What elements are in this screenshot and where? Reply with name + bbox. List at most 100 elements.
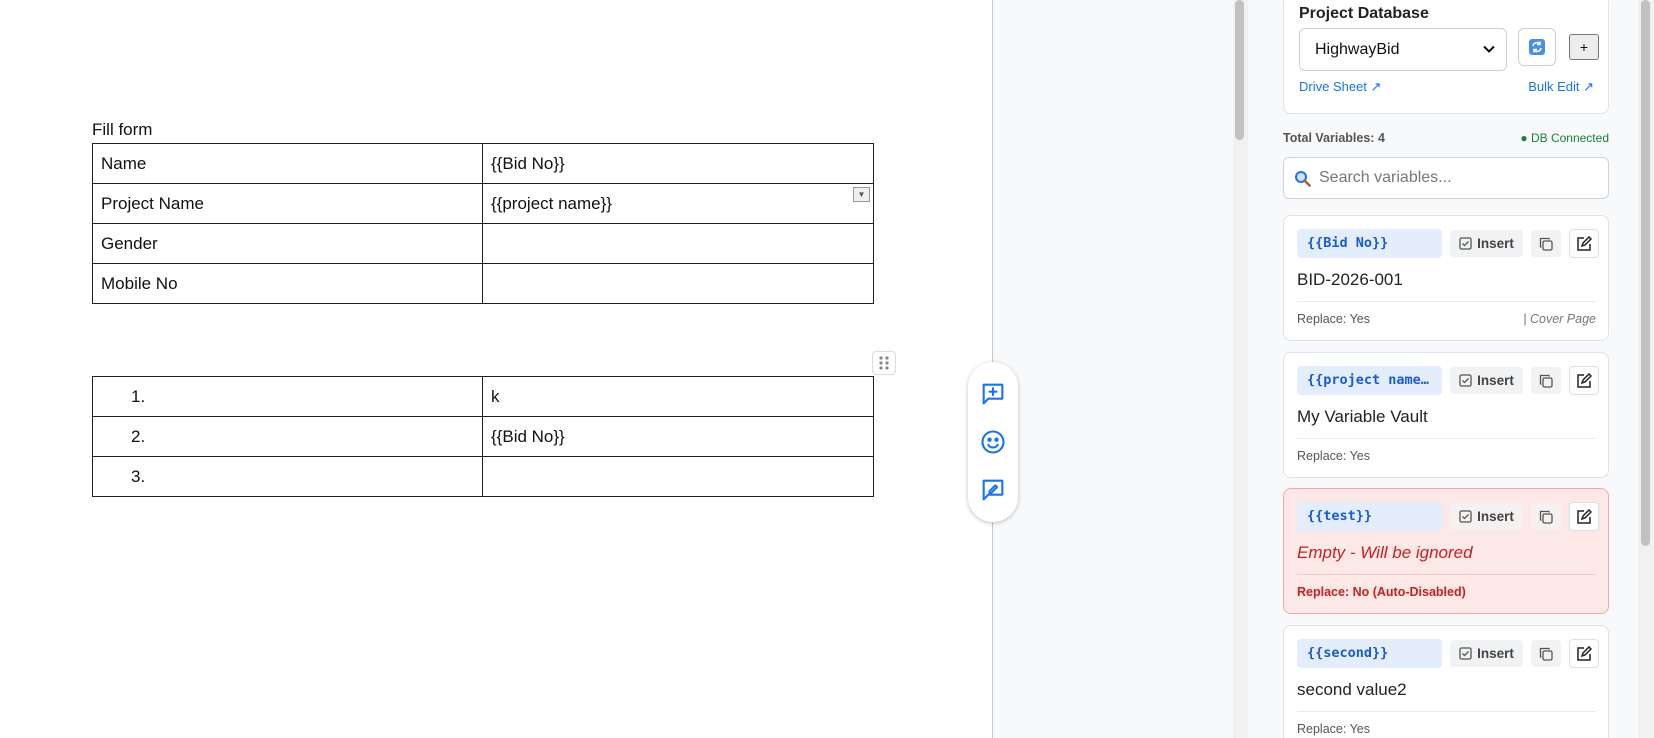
drive-sheet-link[interactable]: Drive Sheet ↗: [1299, 79, 1381, 95]
sync-icon: [1529, 39, 1545, 55]
insert-label: Insert: [1477, 373, 1514, 388]
edit-icon: [1577, 645, 1592, 661]
divider: [1297, 574, 1596, 575]
checkbox-icon: [1459, 647, 1472, 660]
total-variables-label: Total Variables: 4: [1283, 131, 1385, 145]
edit-icon: [1577, 235, 1592, 251]
table-cell[interactable]: [482, 223, 874, 264]
checkbox-icon: [1459, 237, 1472, 250]
copy-button[interactable]: [1531, 503, 1561, 530]
variable-card: {{project name}} Insert My Variable Vaul…: [1283, 352, 1609, 478]
replace-status: Replace: No (Auto-Disabled): [1297, 585, 1466, 599]
project-database-card: Project Database HighwayBid + Drive Shee…: [1283, 0, 1609, 114]
table-cell[interactable]: Mobile No: [92, 263, 483, 304]
edit-button[interactable]: [1569, 229, 1599, 258]
edit-button[interactable]: [1569, 366, 1599, 395]
variable-value: BID-2026-001: [1297, 270, 1403, 289]
insert-button[interactable]: Insert: [1450, 503, 1523, 530]
table-row: 2. {{Bid No}}: [92, 416, 874, 457]
document-canvas[interactable]: Fill form Name {{Bid No}} Project Name {…: [0, 0, 992, 738]
list-number-cell[interactable]: 3.: [92, 456, 483, 497]
copy-icon: [1539, 237, 1553, 251]
insert-button[interactable]: Insert: [1450, 230, 1523, 257]
divider: [1297, 301, 1596, 302]
refresh-button[interactable]: [1518, 28, 1556, 66]
table-cell[interactable]: {{Bid No}}: [482, 143, 874, 184]
table-row: Name {{Bid No}}: [92, 143, 874, 184]
variable-value: second value2: [1297, 680, 1407, 699]
variable-name-chip[interactable]: {{Bid No}}: [1297, 229, 1442, 258]
db-status-badge: ● DB Connected: [1520, 131, 1609, 145]
copy-button[interactable]: [1531, 230, 1561, 257]
insert-button[interactable]: Insert: [1450, 367, 1523, 394]
replace-status: Replace: Yes: [1297, 449, 1370, 463]
cell-text: {{project name}}: [491, 193, 612, 213]
add-database-button[interactable]: +: [1569, 34, 1599, 60]
checkbox-icon: [1459, 510, 1472, 523]
insert-label: Insert: [1477, 646, 1514, 661]
table-cell[interactable]: {{Bid No}}: [482, 416, 874, 457]
panel-scrollbar[interactable]: [1638, 0, 1654, 738]
table-cell[interactable]: Gender: [92, 223, 483, 264]
scrollbar-thumb[interactable]: [1641, 0, 1650, 546]
table-cell[interactable]: [482, 456, 874, 497]
checkbox-icon: [1459, 374, 1472, 387]
db-selected-value: HighwayBid: [1315, 40, 1400, 58]
numbered-table: 1. k 2. {{Bid No}} 3.: [92, 376, 874, 497]
scrollbar-thumb[interactable]: [1235, 0, 1244, 140]
insert-label: Insert: [1477, 236, 1514, 251]
edit-icon: [1577, 508, 1592, 524]
table-row: 1. k: [92, 376, 874, 417]
bulk-edit-link[interactable]: Bulk Edit ↗: [1528, 79, 1594, 95]
variable-value: My Variable Vault: [1297, 407, 1428, 426]
floating-side-toolbar: [968, 362, 1018, 522]
edit-button[interactable]: [1569, 639, 1599, 668]
table-cell[interactable]: [482, 263, 874, 304]
edit-button[interactable]: [1569, 502, 1599, 531]
suggest-edit-icon[interactable]: [976, 473, 1010, 507]
copy-icon: [1539, 374, 1553, 388]
variable-name-chip[interactable]: {{test}}: [1297, 502, 1442, 531]
table-row: Gender: [92, 223, 874, 264]
table-cell[interactable]: Project Name: [92, 183, 483, 224]
copy-button[interactable]: [1531, 367, 1561, 394]
list-number-cell[interactable]: 1.: [92, 376, 483, 417]
insert-button[interactable]: Insert: [1450, 640, 1523, 667]
copy-icon: [1539, 647, 1553, 661]
chevron-down-icon: [1483, 45, 1495, 53]
variable-name-chip[interactable]: {{project name}}: [1297, 366, 1442, 395]
table-drag-handle-icon[interactable]: [872, 351, 896, 375]
divider: [1297, 711, 1596, 712]
document-scrollbar[interactable]: [1233, 0, 1248, 738]
table-row: Mobile No: [92, 263, 874, 304]
edit-icon: [1577, 372, 1592, 388]
search-box: [1283, 157, 1609, 199]
add-comment-icon[interactable]: [976, 377, 1010, 411]
form-title: Fill form: [92, 120, 153, 139]
replace-status: Replace: Yes: [1297, 312, 1370, 326]
search-icon: [1295, 170, 1311, 187]
table-cell-with-dropdown[interactable]: {{project name}} ▼: [482, 183, 874, 224]
table-cell[interactable]: Name: [92, 143, 483, 184]
db-title: Project Database: [1299, 5, 1429, 22]
table-cell[interactable]: k: [482, 376, 874, 417]
variable-name-chip[interactable]: {{second}}: [1297, 639, 1442, 668]
sheet-label: | Cover Page: [1523, 312, 1596, 326]
form-table: Name {{Bid No}} Project Name {{project n…: [92, 143, 874, 304]
copy-icon: [1539, 510, 1553, 524]
cell-dropdown-arrow-icon[interactable]: ▼: [853, 187, 870, 202]
search-input[interactable]: [1319, 169, 1599, 187]
table-row: 3.: [92, 456, 874, 497]
insert-label: Insert: [1477, 509, 1514, 524]
emoji-icon[interactable]: [976, 425, 1010, 459]
variable-card-empty: {{test}} Insert Empty - Will be ignored …: [1283, 488, 1609, 614]
variable-card: {{Bid No}} Insert BID-2026-001 Replace: …: [1283, 215, 1609, 341]
project-database-select[interactable]: HighwayBid: [1299, 28, 1507, 71]
variable-card: {{second}} Insert second value2 Replace:…: [1283, 625, 1609, 738]
copy-button[interactable]: [1531, 640, 1561, 667]
divider: [1297, 438, 1596, 439]
document-gutter: [993, 0, 1233, 738]
variables-panel: Project Database HighwayBid + Drive Shee…: [1248, 0, 1638, 738]
list-number-cell[interactable]: 2.: [92, 416, 483, 457]
variable-value-empty: Empty - Will be ignored: [1297, 543, 1473, 562]
